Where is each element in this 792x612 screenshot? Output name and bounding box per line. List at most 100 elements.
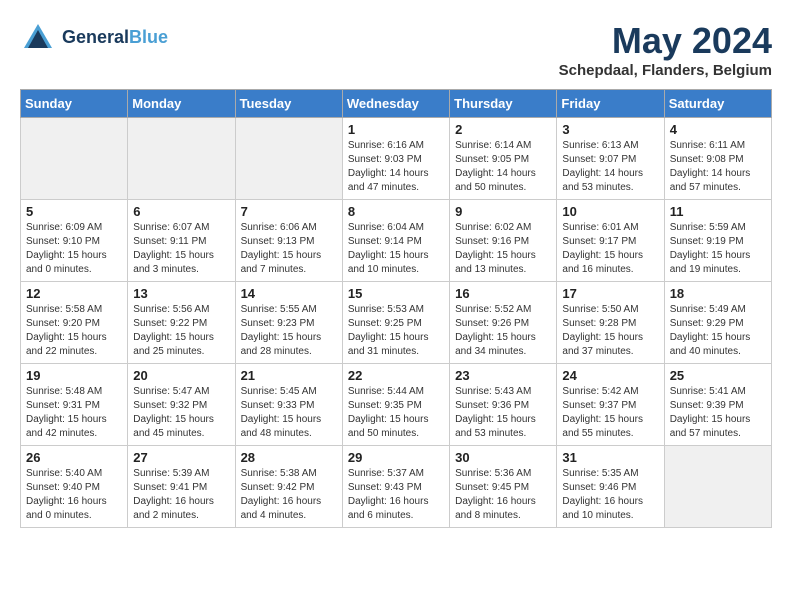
day-number: 23: [455, 368, 551, 383]
location-subtitle: Schepdaal, Flanders, Belgium: [559, 62, 772, 79]
day-number: 3: [562, 122, 658, 137]
calendar-cell: 24Sunrise: 5:42 AM Sunset: 9:37 PM Dayli…: [557, 364, 664, 446]
weekday-header-row: SundayMondayTuesdayWednesdayThursdayFrid…: [21, 90, 772, 118]
cell-info: Sunrise: 6:16 AM Sunset: 9:03 PM Dayligh…: [348, 139, 444, 195]
calendar-cell: 5Sunrise: 6:09 AM Sunset: 9:10 PM Daylig…: [21, 200, 128, 282]
calendar-week-row: 5Sunrise: 6:09 AM Sunset: 9:10 PM Daylig…: [21, 200, 772, 282]
weekday-header-saturday: Saturday: [664, 90, 771, 118]
weekday-header-friday: Friday: [557, 90, 664, 118]
calendar-cell: 20 Sunrise: 5:47 AM Sunset: 9:32 PM Dayli…: [128, 364, 235, 446]
day-number: 20: [133, 368, 229, 383]
calendar-cell: 21 Sunrise: 5:45 AM Sunset: 9:33 PM Dayli…: [235, 364, 342, 446]
day-number: 30: [455, 450, 551, 465]
calendar-cell: 27 Sunrise: 5:39 AM Sunset: 9:41 PM Dayli…: [128, 446, 235, 528]
cell-info: Sunrise: 6:02 AM Sunset: 9:16 PM Dayligh…: [455, 221, 551, 277]
day-number: 2: [455, 122, 551, 137]
day-number: 16: [455, 286, 551, 301]
calendar-cell: 18 Sunrise: 5:49 AM Sunset: 9:29 PM Dayli…: [664, 282, 771, 364]
cell-info: Sunrise: 6:14 AM Sunset: 9:05 PM Dayligh…: [455, 139, 551, 195]
cell-info: Sunrise: 5:47 AM Sunset: 9:32 PM Dayligh…: [133, 385, 229, 441]
calendar-week-row: 19Sunrise: 5:48 AM Sunset: 9:31 PM Dayli…: [21, 364, 772, 446]
logo: GeneralBlue: [20, 20, 168, 56]
day-number: 25: [670, 368, 766, 383]
calendar-cell: [664, 446, 771, 528]
calendar-cell: 22 Sunrise: 5:44 AM Sunset: 9:35 PM Dayli…: [342, 364, 449, 446]
cell-info: Sunrise: 5:39 AM Sunset: 9:41 PM Dayligh…: [133, 467, 229, 523]
calendar-cell: 14Sunrise: 5:55 AM Sunset: 9:23 PM Dayli…: [235, 282, 342, 364]
cell-info: Sunrise: 5:50 AM Sunset: 9:28 PM Dayligh…: [562, 303, 658, 359]
day-number: 4: [670, 122, 766, 137]
calendar-cell: 11 Sunrise: 5:59 AM Sunset: 9:19 PM Dayli…: [664, 200, 771, 282]
cell-info: Sunrise: 5:53 AM Sunset: 9:25 PM Dayligh…: [348, 303, 444, 359]
month-title: May 2024: [559, 20, 772, 62]
calendar-week-row: 12Sunrise: 5:58 AM Sunset: 9:20 PM Dayli…: [21, 282, 772, 364]
calendar-cell: 10Sunrise: 6:01 AM Sunset: 9:17 PM Dayli…: [557, 200, 664, 282]
calendar-cell: [21, 118, 128, 200]
calendar-cell: 26 Sunrise: 5:40 AM Sunset: 9:40 PM Dayli…: [21, 446, 128, 528]
day-number: 18: [670, 286, 766, 301]
calendar-cell: 31 Sunrise: 5:35 AM Sunset: 9:46 PM Dayli…: [557, 446, 664, 528]
cell-info: Sunrise: 5:43 AM Sunset: 9:36 PM Dayligh…: [455, 385, 551, 441]
cell-info: Sunrise: 5:55 AM Sunset: 9:23 PM Dayligh…: [241, 303, 337, 359]
day-number: 6: [133, 204, 229, 219]
calendar-cell: 17 Sunrise: 5:50 AM Sunset: 9:28 PM Dayli…: [557, 282, 664, 364]
calendar-week-row: 26 Sunrise: 5:40 AM Sunset: 9:40 PM Dayli…: [21, 446, 772, 528]
cell-info: Sunrise: 5:45 AM Sunset: 9:33 PM Dayligh…: [241, 385, 337, 441]
day-number: 24: [562, 368, 658, 383]
cell-info: Sunrise: 5:44 AM Sunset: 9:35 PM Dayligh…: [348, 385, 444, 441]
calendar-cell: 13 Sunrise: 5:56 AM Sunset: 9:22 PM Dayli…: [128, 282, 235, 364]
logo-text: GeneralBlue: [62, 28, 168, 48]
cell-info: Sunrise: 6:13 AM Sunset: 9:07 PM Dayligh…: [562, 139, 658, 195]
cell-info: Sunrise: 5:40 AM Sunset: 9:40 PM Dayligh…: [26, 467, 122, 523]
calendar-cell: 19Sunrise: 5:48 AM Sunset: 9:31 PM Dayli…: [21, 364, 128, 446]
day-number: 13: [133, 286, 229, 301]
cell-info: Sunrise: 6:07 AM Sunset: 9:11 PM Dayligh…: [133, 221, 229, 277]
calendar-cell: 8Sunrise: 6:04 AM Sunset: 9:14 PM Daylig…: [342, 200, 449, 282]
calendar-week-row: 1 Sunrise: 6:16 AM Sunset: 9:03 PM Daylig…: [21, 118, 772, 200]
day-number: 22: [348, 368, 444, 383]
calendar-cell: [128, 118, 235, 200]
day-number: 12: [26, 286, 122, 301]
calendar-cell: 23 Sunrise: 5:43 AM Sunset: 9:36 PM Dayli…: [450, 364, 557, 446]
day-number: 9: [455, 204, 551, 219]
cell-info: Sunrise: 5:35 AM Sunset: 9:46 PM Dayligh…: [562, 467, 658, 523]
logo-icon: [20, 20, 56, 56]
calendar-cell: 9 Sunrise: 6:02 AM Sunset: 9:16 PM Daylig…: [450, 200, 557, 282]
weekday-header-thursday: Thursday: [450, 90, 557, 118]
calendar-cell: 28Sunrise: 5:38 AM Sunset: 9:42 PM Dayli…: [235, 446, 342, 528]
weekday-header-wednesday: Wednesday: [342, 90, 449, 118]
cell-info: Sunrise: 5:52 AM Sunset: 9:26 PM Dayligh…: [455, 303, 551, 359]
day-number: 21: [241, 368, 337, 383]
day-number: 8: [348, 204, 444, 219]
weekday-header-sunday: Sunday: [21, 90, 128, 118]
cell-info: Sunrise: 5:41 AM Sunset: 9:39 PM Dayligh…: [670, 385, 766, 441]
day-number: 11: [670, 204, 766, 219]
cell-info: Sunrise: 5:59 AM Sunset: 9:19 PM Dayligh…: [670, 221, 766, 277]
calendar-cell: [235, 118, 342, 200]
day-number: 19: [26, 368, 122, 383]
cell-info: Sunrise: 5:56 AM Sunset: 9:22 PM Dayligh…: [133, 303, 229, 359]
calendar-cell: 4Sunrise: 6:11 AM Sunset: 9:08 PM Daylig…: [664, 118, 771, 200]
cell-info: Sunrise: 5:49 AM Sunset: 9:29 PM Dayligh…: [670, 303, 766, 359]
day-number: 27: [133, 450, 229, 465]
day-number: 15: [348, 286, 444, 301]
title-block: May 2024 Schepdaal, Flanders, Belgium: [559, 20, 772, 79]
day-number: 7: [241, 204, 337, 219]
calendar-cell: 2 Sunrise: 6:14 AM Sunset: 9:05 PM Daylig…: [450, 118, 557, 200]
day-number: 29: [348, 450, 444, 465]
calendar-cell: 15 Sunrise: 5:53 AM Sunset: 9:25 PM Dayli…: [342, 282, 449, 364]
cell-info: Sunrise: 5:37 AM Sunset: 9:43 PM Dayligh…: [348, 467, 444, 523]
cell-info: Sunrise: 6:01 AM Sunset: 9:17 PM Dayligh…: [562, 221, 658, 277]
day-number: 5: [26, 204, 122, 219]
day-number: 26: [26, 450, 122, 465]
day-number: 1: [348, 122, 444, 137]
calendar-cell: 16 Sunrise: 5:52 AM Sunset: 9:26 PM Dayli…: [450, 282, 557, 364]
calendar-cell: 30Sunrise: 5:36 AM Sunset: 9:45 PM Dayli…: [450, 446, 557, 528]
calendar-cell: 29 Sunrise: 5:37 AM Sunset: 9:43 PM Dayli…: [342, 446, 449, 528]
calendar-cell: 25 Sunrise: 5:41 AM Sunset: 9:39 PM Dayli…: [664, 364, 771, 446]
day-number: 17: [562, 286, 658, 301]
calendar-cell: 12Sunrise: 5:58 AM Sunset: 9:20 PM Dayli…: [21, 282, 128, 364]
page-header: GeneralBlue May 2024 Schepdaal, Flanders…: [20, 20, 772, 79]
day-number: 31: [562, 450, 658, 465]
cell-info: Sunrise: 6:06 AM Sunset: 9:13 PM Dayligh…: [241, 221, 337, 277]
